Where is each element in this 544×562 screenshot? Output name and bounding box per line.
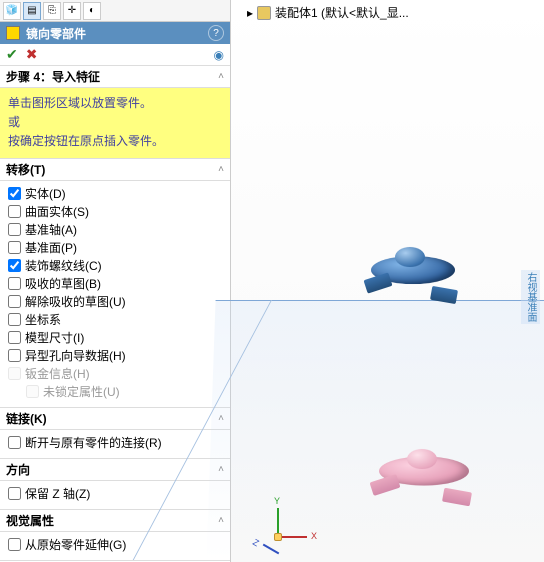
ok-button[interactable]: ✔	[6, 46, 18, 63]
triad-origin-icon	[274, 533, 282, 541]
cb-label: 模型尺寸(I)	[25, 329, 84, 346]
cb-break-link[interactable]	[8, 436, 21, 449]
tab-configuration-icon[interactable]: ⎘	[43, 2, 61, 20]
confirm-bar: ✔ ✖ ◉	[0, 44, 230, 66]
instruction-line: 或	[8, 113, 222, 132]
tab-dimxpert-icon[interactable]: ✛	[63, 2, 81, 20]
panel-title-bar: 镜向零部件 ?	[0, 22, 230, 44]
step4-title: 步骤 4：导入特征	[6, 68, 218, 85]
transfer-body: 实体(D) 曲面实体(S) 基准轴(A) 基准面(P) 装饰螺纹线(C) 吸收的…	[0, 181, 230, 408]
tab-appearance-icon[interactable]: ◐	[83, 2, 101, 20]
graphics-area[interactable]: ▸ 装配体1 (默认<默认_显... 右视基准面	[231, 0, 544, 562]
cb-plane[interactable]	[8, 241, 21, 254]
cb-label: 坐标系	[25, 311, 61, 328]
cb-label: 钣金信息(H)	[25, 365, 90, 382]
cb-label: 装饰螺纹线(C)	[25, 257, 102, 274]
cb-unlocked-props	[26, 385, 39, 398]
cb-keep-z[interactable]	[8, 487, 21, 500]
part-hub	[395, 247, 425, 267]
pushpin-button[interactable]: ◉	[214, 48, 224, 62]
viewport[interactable]: 右视基准面	[231, 0, 544, 562]
cb-label: 异型孔向导数据(H)	[25, 347, 126, 364]
cb-csys[interactable]	[8, 313, 21, 326]
cb-extend-original[interactable]	[8, 538, 21, 551]
cb-unabsorbed-sketch[interactable]	[8, 295, 21, 308]
part-fin	[442, 488, 472, 507]
part-fin	[363, 272, 392, 293]
transfer-header[interactable]: 转移(T) ˄	[0, 159, 230, 181]
instruction-box: 单击图形区域以放置零件。 或 按确定按钮在原点插入零件。	[0, 88, 230, 159]
cb-label: 解除吸收的草图(U)	[25, 293, 126, 310]
instruction-line: 按确定按钮在原点插入零件。	[8, 132, 222, 151]
tab-property-manager-icon[interactable]: ▤	[23, 2, 41, 20]
cb-label: 吸收的草图(B)	[25, 275, 101, 292]
part-fin	[430, 286, 458, 304]
transfer-title: 转移(T)	[6, 161, 218, 178]
source-part[interactable]	[371, 240, 461, 330]
cb-axis[interactable]	[8, 223, 21, 236]
cb-label: 基准轴(A)	[25, 221, 77, 238]
view-triad[interactable]	[257, 500, 307, 550]
help-button[interactable]: ?	[208, 25, 224, 41]
plane-label[interactable]: 右视基准面	[521, 270, 540, 324]
cb-surface[interactable]	[8, 205, 21, 218]
cb-label: 从原始零件延伸(G)	[25, 536, 126, 553]
cb-label: 保留 Z 轴(Z)	[25, 485, 90, 502]
cb-solid[interactable]	[8, 187, 21, 200]
step4-header[interactable]: 步骤 4：导入特征 ˄	[0, 66, 230, 88]
cb-absorbed-sketch[interactable]	[8, 277, 21, 290]
chevron-up-icon: ˄	[218, 164, 224, 175]
cb-label: 断开与原有零件的连接(R)	[25, 434, 162, 451]
tab-feature-tree-icon[interactable]: 🧊	[3, 2, 21, 20]
instruction-line: 单击图形区域以放置零件。	[8, 94, 222, 113]
cb-sheetmetal	[8, 367, 21, 380]
mirrored-part[interactable]	[379, 440, 479, 530]
panel-title: 镜向零部件	[26, 25, 202, 42]
part-hub	[407, 449, 437, 469]
chain-title: 链接(K)	[6, 410, 218, 427]
mirror-part-icon	[6, 26, 20, 40]
cb-label: 实体(D)	[25, 185, 66, 202]
cb-thread[interactable]	[8, 259, 21, 272]
cancel-button[interactable]: ✖	[26, 46, 38, 63]
cb-hole-wizard[interactable]	[8, 349, 21, 362]
cb-label: 曲面实体(S)	[25, 203, 89, 220]
cb-label: 基准面(P)	[25, 239, 77, 256]
cb-dims[interactable]	[8, 331, 21, 344]
chevron-up-icon: ˄	[218, 71, 224, 82]
chain-header[interactable]: 链接(K) ˄	[0, 408, 230, 430]
cb-label: 未锁定属性(U)	[43, 383, 120, 400]
panel-tab-bar: 🧊 ▤ ⎘ ✛ ◐	[0, 0, 230, 22]
